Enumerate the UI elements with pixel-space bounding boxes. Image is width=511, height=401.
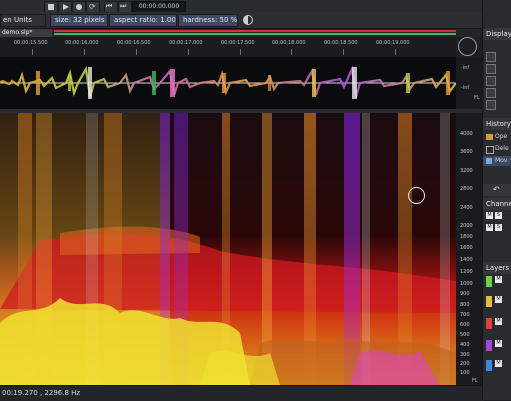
frequency-label: 700 xyxy=(460,312,470,318)
channel-stripe-green xyxy=(54,33,456,35)
contrast-icon[interactable] xyxy=(243,15,253,25)
layer-mute-button[interactable]: M xyxy=(495,276,502,283)
frequency-label: 100 xyxy=(460,370,470,376)
frequency-label: 3600 xyxy=(460,149,473,155)
spectrogram-view[interactable] xyxy=(0,113,456,385)
brush-tool-icon[interactable] xyxy=(486,52,496,62)
channel-stripe-red xyxy=(54,30,456,32)
frequency-label: 1600 xyxy=(460,245,473,251)
cursor-indicator xyxy=(408,187,425,204)
timeline-mark xyxy=(84,49,85,55)
timeline-ruler[interactable]: 00:00:15.500 00:00:16.000 00:00:16.500 0… xyxy=(0,37,456,57)
skip-back-icon: ⏮ xyxy=(106,2,113,10)
layer-color-swatch xyxy=(486,276,492,287)
history-panel-header[interactable]: History xyxy=(483,118,511,130)
waveform-view[interactable] xyxy=(0,57,456,109)
selection-tool-icon[interactable] xyxy=(486,64,496,74)
timeline-mark xyxy=(343,49,344,55)
frequency-label: 200 xyxy=(460,361,470,367)
layer-mute-button[interactable]: M xyxy=(495,340,502,347)
stop-icon xyxy=(48,4,54,10)
channels-panel-header[interactable]: Channel xyxy=(483,198,511,210)
trash-icon xyxy=(486,146,494,154)
triangle-tool-icon[interactable] xyxy=(486,76,496,86)
brush-size-field[interactable]: size: 32 pixels xyxy=(50,14,108,27)
frequency-label: 1200 xyxy=(460,269,473,275)
layer-mute-button[interactable]: M xyxy=(495,318,502,325)
frequency-label: 900 xyxy=(460,291,470,297)
axis-label: -inf xyxy=(461,65,470,71)
eraser-tool-icon[interactable] xyxy=(486,88,496,98)
display-panel-header[interactable]: Display xyxy=(483,28,511,40)
timeline-mark xyxy=(188,49,189,55)
loop-icon: ⟳ xyxy=(89,2,96,11)
crosshair-icon[interactable] xyxy=(458,37,477,56)
timeline-tick: 00:00:15.500 xyxy=(14,40,48,46)
frequency-label: 2000 xyxy=(460,223,473,229)
frequency-label: 400 xyxy=(460,342,470,348)
frequency-label: 3200 xyxy=(460,168,473,174)
aspect-ratio-field[interactable]: aspect ratio: 1.00 xyxy=(109,14,177,27)
axis-label: FL xyxy=(474,95,480,101)
timeline-tick: 00:00:19.000 xyxy=(376,40,410,46)
brush-toolbar: en Units size: 32 pixels aspect ratio: 1… xyxy=(0,12,482,29)
undo-button[interactable]: ↶ xyxy=(483,184,511,196)
spectrogram-graphic xyxy=(0,113,456,385)
hardness-field[interactable]: hardness: 50 % xyxy=(178,14,238,27)
move-icon xyxy=(486,158,492,164)
layer-color-swatch xyxy=(486,340,492,351)
channel-solo-button[interactable]: S xyxy=(495,224,502,231)
timeline-mark xyxy=(240,49,241,55)
play-icon xyxy=(63,4,69,10)
frequency-label: 600 xyxy=(460,322,470,328)
frequency-label: 300 xyxy=(460,352,470,358)
channel-mute-button[interactable]: M xyxy=(486,212,493,219)
timeline-tick: 00:00:16.500 xyxy=(117,40,151,46)
waveform-axis: -inf -inf FL xyxy=(456,37,482,109)
layer-mute-button[interactable]: M xyxy=(495,296,502,303)
timeline-mark xyxy=(32,49,33,55)
frequency-label: 1000 xyxy=(460,281,473,287)
record-icon xyxy=(76,4,82,10)
waveform-graphic xyxy=(0,65,456,99)
axis-label: -inf xyxy=(461,85,470,91)
timeline-tick: 00:00:16.000 xyxy=(65,40,99,46)
timeline-tick: 00:00:18.500 xyxy=(324,40,358,46)
right-panel: Display History Ope Dele Mov ↶ Channel M… xyxy=(482,0,511,400)
channel-mute-button[interactable]: M xyxy=(486,224,493,231)
frequency-axis: 4000 3600 3200 2800 2400 2000 1800 1600 … xyxy=(456,113,482,385)
timeline-tick: 00:00:18.000 xyxy=(272,40,306,46)
channel-solo-button[interactable]: S xyxy=(495,212,502,219)
timeline-tick: 00:00:17.500 xyxy=(221,40,255,46)
frequency-label: 4000 xyxy=(460,131,473,137)
timeline-tick: 00:00:17.000 xyxy=(169,40,203,46)
frequency-label: 2800 xyxy=(460,186,473,192)
frequency-label: 800 xyxy=(460,302,470,308)
layer-color-swatch xyxy=(486,296,492,307)
folder-icon xyxy=(486,134,493,140)
layer-color-swatch xyxy=(486,318,492,329)
frequency-label: FL xyxy=(472,378,478,384)
skip-forward-icon: ⏭ xyxy=(120,2,127,10)
layer-color-swatch xyxy=(486,360,492,371)
layers-panel-header[interactable]: Layers xyxy=(483,262,511,274)
units-select[interactable]: en Units xyxy=(0,14,46,27)
timeline-mark xyxy=(291,49,292,55)
status-bar: 00:19.270 , 2296.8 Hz xyxy=(0,385,484,401)
timeline-mark xyxy=(136,49,137,55)
file-tab[interactable]: demo.slp* xyxy=(0,29,52,37)
frequency-label: 2400 xyxy=(460,205,473,211)
frequency-label: 500 xyxy=(460,332,470,338)
zoom-tool-icon[interactable] xyxy=(486,100,496,110)
timeline-mark xyxy=(395,49,396,55)
layer-mute-button[interactable]: M xyxy=(495,360,502,367)
frequency-label: 1400 xyxy=(460,257,473,263)
file-tab-row: demo.slp* xyxy=(0,29,482,37)
frequency-label: 1800 xyxy=(460,234,473,240)
